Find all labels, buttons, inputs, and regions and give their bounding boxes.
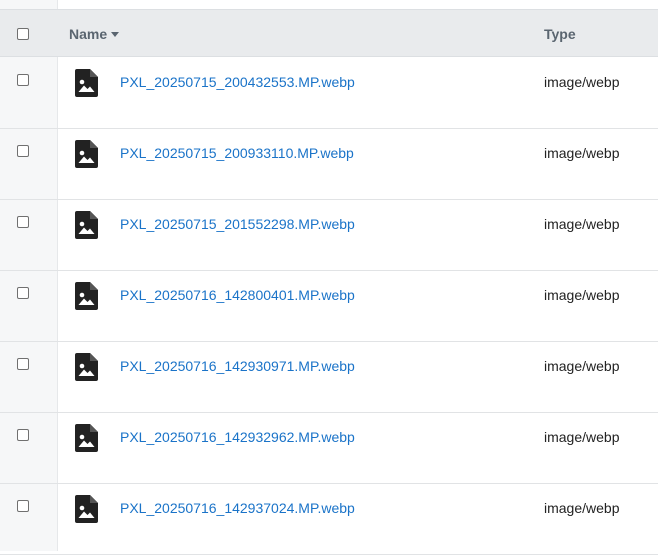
image-file-icon bbox=[75, 211, 98, 239]
row-checkbox[interactable] bbox=[17, 287, 29, 299]
file-type: image/webp bbox=[544, 216, 620, 232]
file-type: image/webp bbox=[544, 429, 620, 445]
column-header-name-label: Name bbox=[69, 26, 108, 42]
row-checkbox[interactable] bbox=[17, 358, 29, 370]
table-row[interactable]: PXL_20250715_200432553.MP.webp image/webp bbox=[0, 57, 658, 129]
file-name-link[interactable]: PXL_20250715_200933110.MP.webp bbox=[120, 145, 354, 161]
file-name-link[interactable]: PXL_20250716_142937024.MP.webp bbox=[120, 500, 355, 516]
image-file-icon bbox=[75, 282, 98, 310]
file-name-link[interactable]: PXL_20250715_201552298.MP.webp bbox=[120, 216, 355, 232]
image-file-icon bbox=[75, 353, 98, 381]
table-row[interactable]: PXL_20250716_142937024.MP.webp image/webp bbox=[0, 483, 658, 555]
table-row[interactable]: PXL_20250716_142932962.MP.webp image/webp bbox=[0, 412, 658, 484]
file-type: image/webp bbox=[544, 287, 620, 303]
table-row[interactable]: PXL_20250716_142800401.MP.webp image/webp bbox=[0, 270, 658, 342]
file-type: image/webp bbox=[544, 74, 620, 90]
image-file-icon bbox=[75, 495, 98, 523]
sort-caret-icon bbox=[111, 32, 120, 37]
table-header: Name Type bbox=[0, 9, 658, 57]
file-type: image/webp bbox=[544, 358, 620, 374]
column-header-type[interactable]: Type bbox=[544, 26, 576, 42]
file-name-link[interactable]: PXL_20250716_142932962.MP.webp bbox=[120, 429, 355, 445]
table-row[interactable]: PXL_20250715_200933110.MP.webp image/webp bbox=[0, 128, 658, 200]
table-row[interactable]: PXL_20250716_142930971.MP.webp image/webp bbox=[0, 341, 658, 413]
table-row[interactable]: PXL_20250715_201552298.MP.webp image/webp bbox=[0, 199, 658, 271]
file-name-link[interactable]: PXL_20250716_142800401.MP.webp bbox=[120, 287, 355, 303]
file-name-link[interactable]: PXL_20250715_200432553.MP.webp bbox=[120, 74, 355, 90]
image-file-icon bbox=[75, 424, 98, 452]
row-checkbox[interactable] bbox=[17, 74, 29, 86]
column-header-name[interactable]: Name bbox=[69, 26, 120, 42]
row-checkbox[interactable] bbox=[17, 145, 29, 157]
image-file-icon bbox=[75, 69, 98, 97]
file-table: Name Type PXL_20250715_200432553.MP.webp… bbox=[0, 0, 658, 555]
row-checkbox[interactable] bbox=[17, 216, 29, 228]
file-name-link[interactable]: PXL_20250716_142930971.MP.webp bbox=[120, 358, 355, 374]
row-checkbox[interactable] bbox=[17, 500, 29, 512]
file-type: image/webp bbox=[544, 145, 620, 161]
image-file-icon bbox=[75, 140, 98, 168]
row-checkbox[interactable] bbox=[17, 429, 29, 441]
select-all-checkbox[interactable] bbox=[17, 28, 29, 40]
file-type: image/webp bbox=[544, 500, 620, 516]
